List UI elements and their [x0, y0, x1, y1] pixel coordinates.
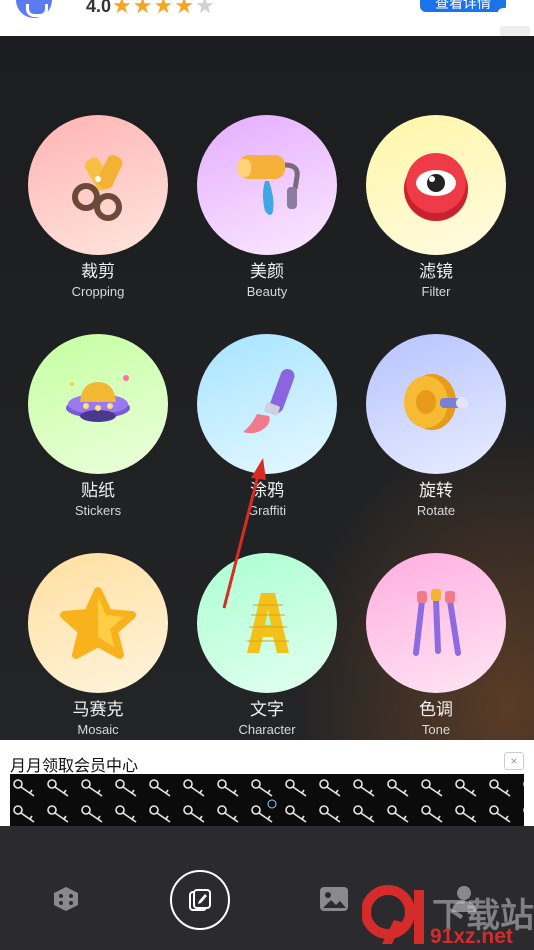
paint-roller-icon [237, 155, 300, 215]
ad-rating: 4.0 [86, 0, 112, 16]
tool-character-circle[interactable] [197, 553, 337, 693]
paintbrush-icon [243, 368, 295, 434]
tool-stickers-circle[interactable] [28, 334, 168, 474]
tool-label-zh: 马赛克 [72, 700, 124, 719]
tool-label-zh: 滤镜 [419, 262, 453, 281]
tool-cropping[interactable]: 裁剪 Cropping [28, 115, 168, 301]
tool-graffiti-circle[interactable] [197, 334, 337, 474]
tool-label-en: Beauty [246, 284, 288, 299]
tool-label-en: Character [238, 722, 296, 737]
tool-filter-circle[interactable] [366, 115, 506, 255]
star-icon [60, 587, 136, 659]
tool-tone[interactable]: 色调 Tone [366, 553, 506, 739]
tool-label-zh: 涂鸦 [250, 481, 284, 500]
tool-mosaic[interactable]: 马赛克 Mosaic [28, 553, 168, 739]
tool-label-en: Graffiti [247, 503, 287, 518]
banner-title: 月月领取会员中心 [10, 758, 139, 775]
tool-rotate[interactable]: 旋转 Rotate [366, 334, 506, 520]
tool-label-en: Stickers [74, 503, 122, 518]
dice-icon[interactable] [52, 885, 80, 913]
top-ad-strip: 4.0 ★★★★★ 查看详情 [0, 0, 534, 36]
tool-beauty[interactable]: 美颜 Beauty [197, 115, 337, 301]
tool-label-en: Mosaic [77, 722, 119, 737]
tool-label-zh: 旋转 [419, 481, 453, 500]
eye-icon [404, 153, 468, 221]
tool-cropping-circle[interactable] [28, 115, 168, 255]
edit-brush-icon [189, 889, 211, 911]
rating-stars-icon: ★★★★★ [112, 0, 216, 18]
tool-label-en: Rotate [416, 503, 456, 518]
tool-label-en: Filter [421, 284, 451, 299]
watermark-url-text: 91xz.net [430, 925, 513, 948]
banner-ad[interactable]: 月月领取会员中心 × [0, 740, 534, 826]
tool-label-zh: 美颜 [250, 262, 284, 281]
tool-label-en: Cropping [71, 284, 125, 299]
ad-app-icon[interactable] [16, 0, 52, 18]
tool-graffiti[interactable]: 涂鸦 Graffiti [197, 334, 337, 520]
spool-icon [404, 374, 468, 430]
tool-grid: 裁剪 Cropping 美颜 Beauty 滤镜 Filter 贴纸 Stick… [0, 36, 534, 740]
tool-tone-circle[interactable] [366, 553, 506, 693]
tool-label-en: Tone [421, 722, 451, 737]
ad-details-button[interactable]: 查看详情 [420, 0, 510, 16]
brushes-icon [413, 589, 461, 656]
banner-pattern [10, 774, 524, 826]
ad-close-mini[interactable] [500, 26, 530, 36]
tool-label-zh: 贴纸 [81, 481, 115, 500]
watermark-logo-icon [362, 885, 424, 944]
image-icon[interactable] [319, 886, 349, 912]
tool-label-zh: 文字 [250, 700, 284, 719]
letter-a-icon [247, 593, 289, 653]
tool-filter[interactable]: 滤镜 Filter [366, 115, 506, 301]
tool-label-zh: 色调 [419, 700, 453, 719]
tool-rotate-circle[interactable] [366, 334, 506, 474]
edit-brush-button[interactable] [170, 870, 230, 930]
tool-beauty-circle[interactable] [197, 115, 337, 255]
tool-label-zh: 裁剪 [81, 262, 115, 281]
tool-mosaic-circle[interactable] [28, 553, 168, 693]
tool-character[interactable]: 文字 Character [197, 553, 337, 739]
banner-close-button[interactable]: × [504, 752, 524, 770]
tool-stickers[interactable]: 贴纸 Stickers [28, 334, 168, 520]
scissors-icon [72, 155, 123, 221]
ufo-icon [66, 375, 130, 422]
